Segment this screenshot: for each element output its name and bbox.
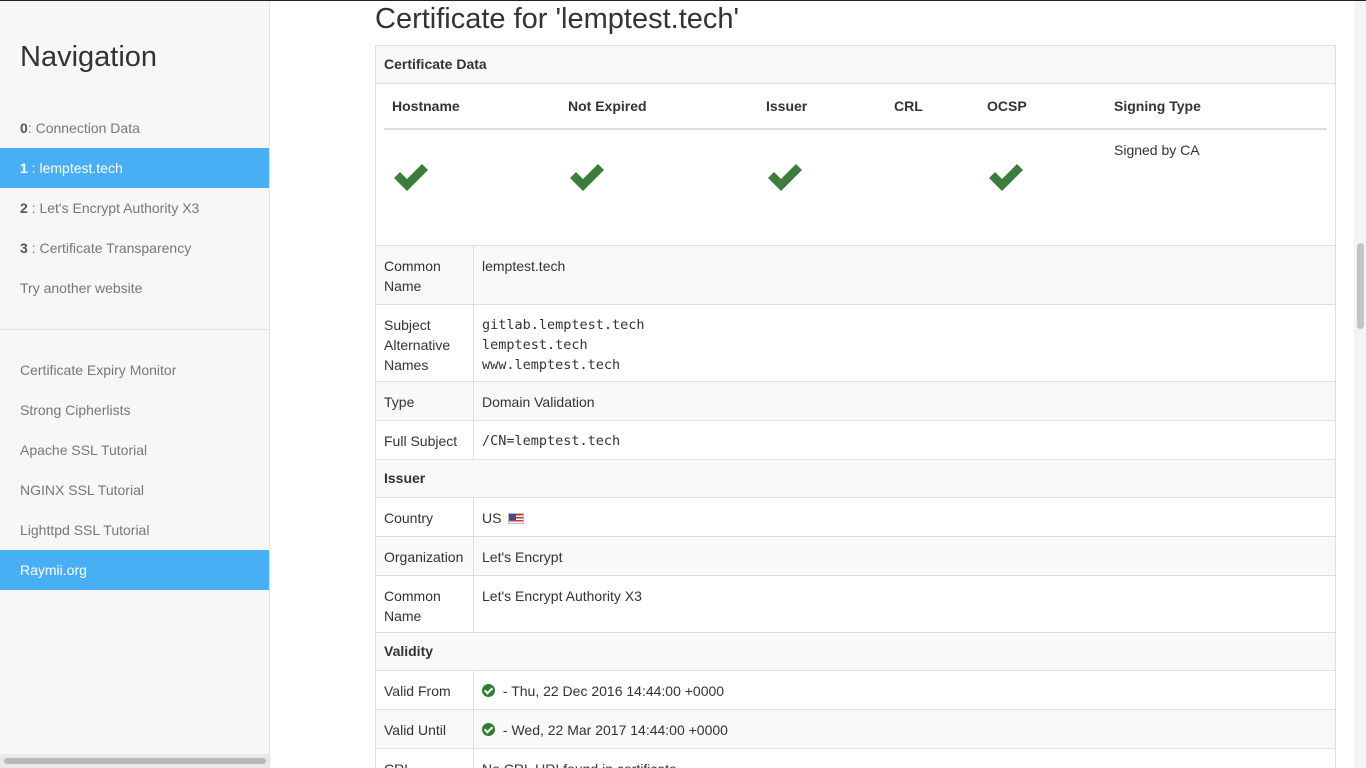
link-cipherlists[interactable]: Strong Cipherlists	[0, 390, 269, 430]
check-icon-ocsp	[989, 164, 1023, 191]
row-full-subject: Full Subject /CN=lemptest.tech	[376, 421, 1335, 460]
country-value: US	[474, 498, 1335, 536]
horizontal-scrollbar[interactable]	[0, 754, 269, 768]
section-validity: Validity	[376, 633, 1335, 671]
row-label: Valid From	[376, 671, 474, 709]
nav-item-sep: :	[27, 160, 40, 176]
nav-item-label: Certificate Transparency	[39, 240, 192, 256]
row-label: Type	[376, 382, 474, 420]
link-nginx-tutorial[interactable]: NGINX SSL Tutorial	[0, 470, 269, 510]
row-type: Type Domain Validation	[376, 382, 1335, 421]
valid-from-value: - Thu, 22 Dec 2016 14:44:00 +0000	[474, 671, 1335, 709]
organization-value: Let's Encrypt	[482, 549, 563, 565]
row-crl: CRL No CRL URI found in certificate	[376, 749, 1335, 768]
san-entry: gitlab.lemptest.tech	[482, 317, 645, 333]
nav-item-number: 2	[20, 200, 28, 216]
nav-item-sep: :	[27, 120, 36, 136]
nav-item-label: Connection Data	[35, 120, 140, 136]
row-organization: Organization Let's Encrypt	[376, 537, 1335, 576]
san-entry: www.lemptest.tech	[482, 357, 621, 373]
page-title: Certificate for 'lemptest.tech'	[375, 3, 740, 35]
row-label: Subject Alternative Names	[376, 305, 474, 381]
row-label: Valid Until	[376, 710, 474, 748]
nav-item-connection-data[interactable]: 0: Connection Data	[0, 108, 269, 148]
row-valid-until: Valid Until - Wed, 22 Mar 2017 14:44:00 …	[376, 710, 1335, 749]
san-list: gitlab.lemptest.tech lemptest.tech www.l…	[474, 305, 1335, 381]
country-code: US	[482, 510, 502, 526]
nav-item-label: Let's Encrypt Authority X3	[39, 200, 200, 216]
sidebar-title: Navigation	[20, 41, 158, 73]
nav-item-sep: :	[27, 200, 40, 216]
nav-item-sep: :	[27, 240, 40, 256]
ok-circle-icon	[482, 684, 495, 697]
row-label: Common Name	[376, 246, 474, 304]
link-apache-tutorial[interactable]: Apache SSL Tutorial	[0, 430, 269, 470]
link-expiry-monitor[interactable]: Certificate Expiry Monitor	[0, 350, 269, 390]
nav-item-label: lemptest.tech	[39, 160, 123, 176]
col-issuer: Issuer	[758, 84, 886, 130]
crl-value: No CRL URI found in certificate	[474, 749, 1335, 768]
col-ocsp: OCSP	[979, 84, 1106, 130]
scrollbar-thumb[interactable]	[4, 758, 266, 764]
row-issuer-common-name: Common Name Let's Encrypt Authority X3	[376, 576, 1335, 633]
san-entry: lemptest.tech	[482, 337, 588, 353]
row-common-name: Common Name lemptest.tech	[376, 246, 1335, 305]
crl-status-cell	[886, 129, 979, 219]
scrollbar-thumb[interactable]	[1357, 243, 1364, 329]
col-not-expired: Not Expired	[560, 84, 758, 130]
check-icon-hostname	[394, 164, 428, 191]
nav-divider	[0, 329, 269, 330]
nav-item-label: Try another website	[20, 280, 143, 296]
nav-item-number: 1	[20, 160, 28, 176]
link-raymii[interactable]: Raymii.org	[0, 550, 269, 590]
row-label: Organization	[376, 537, 474, 575]
col-hostname: Hostname	[384, 84, 560, 130]
full-subject-value: /CN=lemptest.tech	[482, 433, 621, 449]
signing-type-value: Signed by CA	[1114, 142, 1200, 158]
issuer-common-name-value: Let's Encrypt Authority X3	[482, 588, 642, 604]
row-valid-from: Valid From - Thu, 22 Dec 2016 14:44:00 +…	[376, 671, 1335, 710]
sidebar: Navigation 0: Connection Data 1 : lempte…	[0, 1, 270, 768]
link-lighttpd-tutorial[interactable]: Lighttpd SSL Tutorial	[0, 510, 269, 550]
row-san: Subject Alternative Names gitlab.lemptes…	[376, 305, 1335, 382]
valid-until-date: - Wed, 22 Mar 2017 14:44:00 +0000	[499, 722, 728, 738]
valid-until-value: - Wed, 22 Mar 2017 14:44:00 +0000	[474, 710, 1335, 748]
nav-item-number: 3	[20, 240, 28, 256]
nav-item-lets-encrypt[interactable]: 2 : Let's Encrypt Authority X3	[0, 188, 269, 228]
ok-circle-icon	[482, 723, 495, 736]
col-signing-type: Signing Type	[1106, 84, 1327, 130]
col-crl: CRL	[886, 84, 979, 130]
section-certificate-data: Certificate Data	[376, 46, 1335, 84]
nav-item-ct[interactable]: 3 : Certificate Transparency	[0, 228, 269, 268]
status-summary: Hostname Not Expired Issuer CRL OCSP Sig…	[376, 84, 1335, 246]
nav-item-try-another[interactable]: Try another website	[0, 268, 269, 308]
row-country: Country US	[376, 498, 1335, 537]
certificate-table: Certificate Data Hostname Not Expired Is…	[375, 45, 1336, 768]
type-value: Domain Validation	[482, 394, 595, 410]
valid-from-date: - Thu, 22 Dec 2016 14:44:00 +0000	[499, 683, 725, 699]
nav-item-lemptest[interactable]: 1 : lemptest.tech	[0, 148, 269, 188]
check-icon-not-expired	[570, 164, 604, 191]
check-icon-issuer	[768, 164, 802, 191]
row-label: Country	[376, 498, 474, 536]
row-label: Common Name	[376, 576, 474, 632]
section-issuer: Issuer	[376, 460, 1335, 498]
row-label: CRL	[376, 749, 474, 768]
common-name-value: lemptest.tech	[482, 258, 566, 274]
nav-item-number: 0	[20, 120, 28, 136]
us-flag-icon	[508, 513, 525, 524]
row-label: Full Subject	[376, 421, 474, 459]
main-content: Certificate for 'lemptest.tech' Certific…	[270, 1, 1366, 768]
vertical-scrollbar[interactable]	[1354, 1, 1366, 768]
